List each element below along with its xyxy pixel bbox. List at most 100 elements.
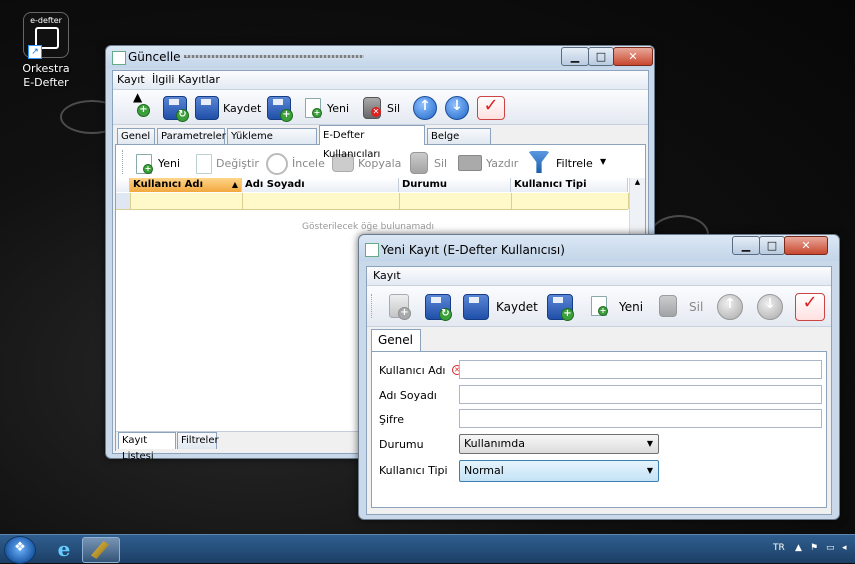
main-window-titlebar[interactable]: Güncelle - ▁ □ ✕ bbox=[106, 46, 654, 68]
menu-ilgili-kayitlar[interactable]: İlgili Kayıtlar bbox=[152, 73, 220, 86]
action-center-flag-icon[interactable]: ⚑ bbox=[810, 543, 818, 553]
dialog-save-and-new-button[interactable]: + bbox=[547, 294, 574, 321]
status-select[interactable]: Kullanımda ▼ bbox=[459, 434, 659, 454]
column-durumu[interactable]: Durumu bbox=[399, 178, 511, 192]
tab-parametreler[interactable]: Parametreler bbox=[157, 128, 226, 144]
grid-new-label[interactable]: Yeni bbox=[158, 157, 180, 170]
save-button[interactable] bbox=[195, 96, 219, 120]
dialog-save-and-refresh-button[interactable]: ↻ bbox=[425, 294, 452, 321]
filter-icon[interactable] bbox=[528, 151, 550, 173]
dialog-save-label[interactable]: Kaydet bbox=[496, 300, 538, 314]
add-new-button[interactable]: ▲ + bbox=[131, 90, 153, 118]
grid-edit-button[interactable] bbox=[196, 154, 212, 174]
language-indicator[interactable]: TR bbox=[773, 543, 785, 553]
gray-plus-icon: + bbox=[398, 307, 411, 320]
delete-label[interactable]: Sil bbox=[387, 102, 400, 115]
tab-genel[interactable]: Genel bbox=[117, 128, 155, 144]
column-kullanici-adi[interactable]: Kullanıcı Adı ▲ bbox=[130, 178, 242, 192]
dialog-new-label[interactable]: Yeni bbox=[619, 300, 643, 314]
show-hidden-icons-button[interactable]: ▲ bbox=[795, 543, 802, 553]
password-label: Şifre bbox=[379, 413, 404, 426]
tab-belge-tipleri[interactable]: Belge Tipleri bbox=[427, 128, 491, 158]
taskbar-orkestra-app[interactable] bbox=[82, 537, 120, 563]
filter-row-indicator bbox=[116, 193, 131, 209]
red-x-icon: ✕ bbox=[371, 107, 381, 117]
filter-cell-kullanici-adi[interactable] bbox=[130, 193, 243, 209]
dialog-close-button[interactable]: ✕ bbox=[784, 236, 828, 255]
dialog-save-button[interactable] bbox=[463, 294, 489, 320]
filter-cell-adi-soyadi[interactable] bbox=[242, 193, 400, 209]
pencil-icon bbox=[91, 541, 109, 559]
tab-filtreler[interactable]: Filtreler bbox=[177, 432, 219, 449]
confirm-button[interactable]: ✓ bbox=[477, 95, 505, 120]
dialog-confirm-button[interactable]: ✓ bbox=[795, 292, 825, 321]
users-subtoolbar: + Yeni Değiştir İncele Kopyala Sil Yazdı… bbox=[116, 145, 645, 177]
move-up-button[interactable]: ↑ bbox=[413, 96, 437, 120]
filter-label[interactable]: Filtrele bbox=[556, 157, 593, 170]
minimize-button[interactable]: ▁ bbox=[561, 47, 589, 66]
dialog-maximize-button[interactable]: □ bbox=[759, 236, 785, 255]
username-input[interactable] bbox=[459, 360, 822, 379]
main-tabs: Genel Parametreler Yükleme Tanımları E-D… bbox=[113, 125, 648, 160]
scroll-up-icon[interactable]: ▲ bbox=[630, 178, 645, 186]
grid-new-button[interactable]: + bbox=[136, 154, 153, 174]
dialog-move-up-button[interactable]: ↑ bbox=[717, 294, 743, 320]
desktop-icon-orkestra-edefter[interactable]: e-defter ↗ Orkestra E-Defter bbox=[14, 12, 78, 90]
volume-icon[interactable]: ◂ bbox=[842, 543, 847, 553]
save-label[interactable]: Kaydet bbox=[223, 102, 261, 115]
close-button[interactable]: ✕ bbox=[613, 47, 653, 66]
dialog-title: Yeni Kayıt (E-Defter Kullanıcısı) bbox=[381, 243, 565, 257]
dialog-add-new-button[interactable]: + bbox=[389, 294, 411, 320]
taskbar-internet-explorer[interactable]: e bbox=[48, 537, 80, 561]
dialog-genel-panel: Kullanıcı Adı ✕ Adı Soyadı Şifre Durumu … bbox=[371, 351, 827, 508]
network-icon[interactable]: ▭ bbox=[826, 543, 835, 553]
grid-edit-label[interactable]: Değiştir bbox=[216, 157, 259, 170]
grid-delete-label[interactable]: Sil bbox=[434, 157, 447, 170]
filter-cell-kullanici-tipi[interactable] bbox=[511, 193, 629, 209]
tab-kayit-listesi[interactable]: Kayıt Listesi bbox=[118, 432, 176, 462]
move-down-button[interactable]: ↓ bbox=[445, 96, 469, 120]
tab-yukleme-tanimlari[interactable]: Yükleme Tanımları bbox=[227, 128, 317, 158]
dialog-minimize-button[interactable]: ▁ bbox=[732, 236, 760, 255]
grid-view-label[interactable]: İncele bbox=[292, 157, 325, 170]
grid-print-label[interactable]: Yazdır bbox=[486, 157, 518, 170]
toolbar-grip bbox=[122, 150, 123, 174]
new-document-button[interactable]: + bbox=[305, 98, 322, 118]
fullname-label: Adı Soyadı bbox=[379, 389, 437, 402]
tab-edefter-kullanicilari[interactable]: E-Defter Kullanıcıları bbox=[319, 125, 425, 160]
save-and-new-button[interactable]: + bbox=[267, 96, 293, 122]
column-kullanici-tipi[interactable]: Kullanıcı Tipi bbox=[511, 178, 628, 192]
password-input[interactable] bbox=[459, 409, 822, 428]
main-window-title: Güncelle - bbox=[128, 50, 189, 64]
filter-dropdown-chevron-icon[interactable]: ▼ bbox=[600, 157, 606, 166]
dialog-delete-label[interactable]: Sil bbox=[689, 300, 703, 314]
dialog-move-down-button[interactable]: ↓ bbox=[757, 294, 783, 320]
menu-kayit[interactable]: Kayıt bbox=[117, 73, 145, 86]
green-plus-icon: + bbox=[137, 104, 150, 117]
dialog-delete-button[interactable] bbox=[659, 295, 677, 317]
save-and-refresh-button[interactable]: ↻ bbox=[163, 96, 189, 122]
usertype-select[interactable]: Normal ▼ bbox=[459, 460, 659, 482]
new-label[interactable]: Yeni bbox=[327, 102, 349, 115]
dialog-menubar: Kayıt bbox=[367, 267, 831, 286]
dialog-window-icon bbox=[365, 243, 379, 257]
maximize-button[interactable]: □ bbox=[588, 47, 614, 66]
dialog-new-document-button[interactable]: + bbox=[591, 296, 608, 316]
grid-delete-button[interactable] bbox=[410, 152, 428, 174]
grid-header: Kullanıcı Adı ▲ Adı Soyadı Durumu Kullanı… bbox=[116, 178, 628, 192]
edefter-app-icon: e-defter ↗ bbox=[23, 12, 69, 59]
delete-button[interactable]: ✕ bbox=[363, 97, 381, 119]
dialog-titlebar[interactable]: Yeni Kayıt (E-Defter Kullanıcısı) ▁ □ ✕ bbox=[359, 235, 839, 261]
fullname-input[interactable] bbox=[459, 385, 822, 404]
sort-ascending-icon: ▲ bbox=[231, 180, 238, 189]
filter-cell-durumu[interactable] bbox=[399, 193, 512, 209]
start-button[interactable]: ❖ bbox=[4, 536, 36, 564]
column-adi-soyadi[interactable]: Adı Soyadı bbox=[242, 178, 399, 192]
maximize-icon: □ bbox=[766, 239, 778, 252]
desktop-icon-label-2: E-Defter bbox=[23, 76, 69, 89]
redacted-title-text bbox=[184, 55, 364, 58]
printer-icon[interactable] bbox=[458, 155, 482, 171]
magnifier-icon[interactable] bbox=[266, 153, 288, 175]
dialog-tab-genel[interactable]: Genel bbox=[371, 329, 421, 351]
dialog-menu-kayit[interactable]: Kayıt bbox=[373, 269, 401, 282]
